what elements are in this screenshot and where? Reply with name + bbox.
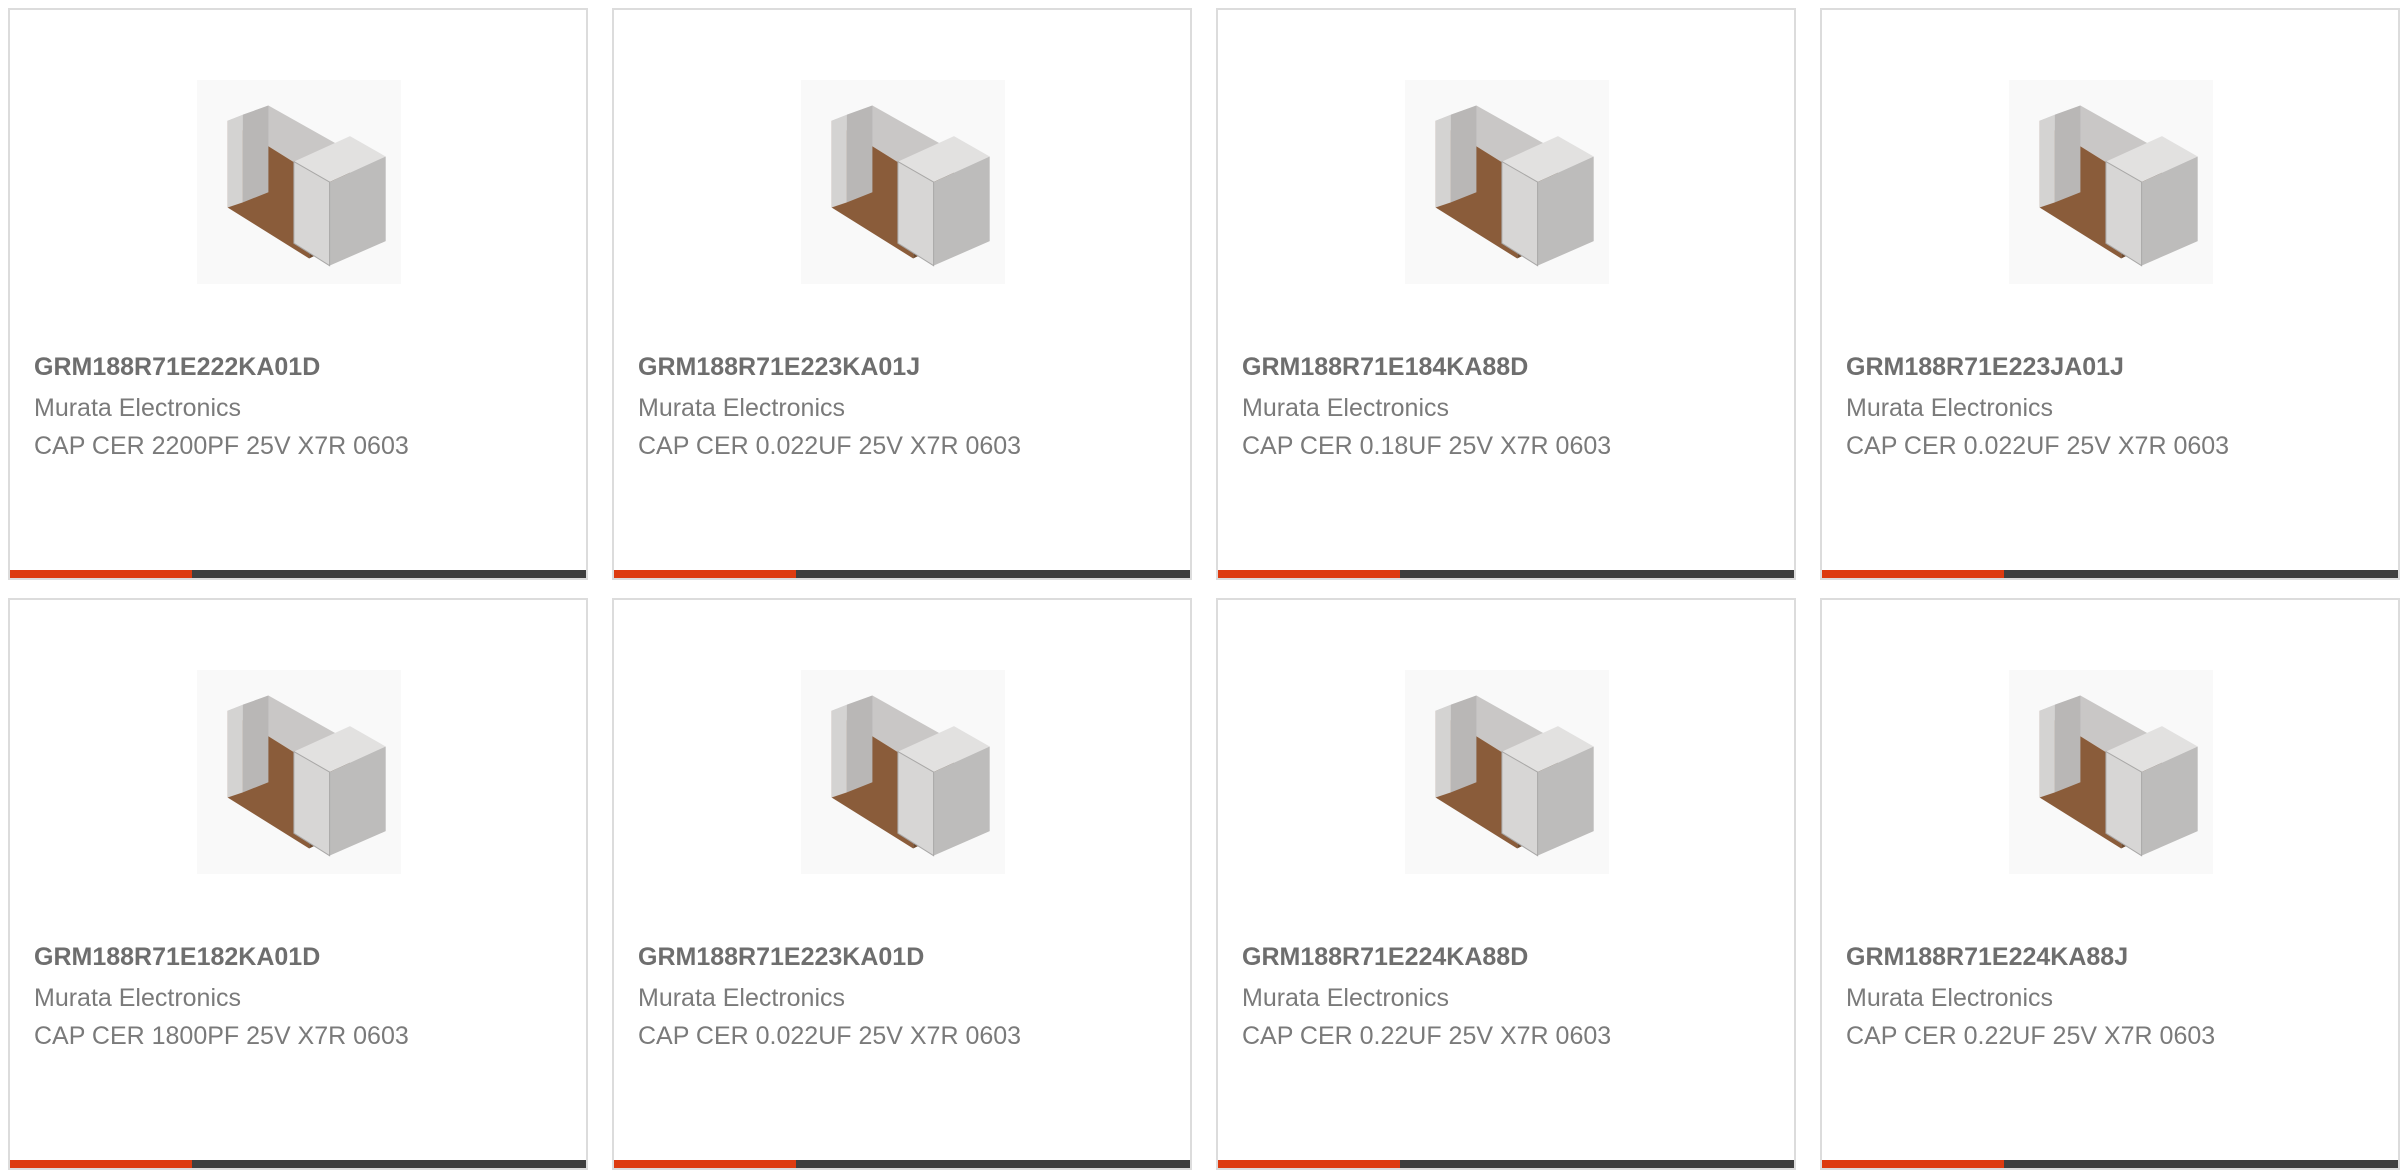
ceramic-capacitor-chip-icon — [2009, 80, 2213, 284]
part-number[interactable]: GRM188R71E223KA01J — [638, 352, 920, 382]
product-card[interactable]: GRM188R71E223JA01J Murata Electronics CA… — [1820, 8, 2400, 580]
manufacturer: Murata Electronics — [638, 394, 846, 422]
manufacturer: Murata Electronics — [1846, 984, 2054, 1012]
product-description: CAP CER 1800PF 25V X7R 0603 — [34, 1022, 409, 1050]
product-card[interactable]: GRM188R71E223KA01D Murata Electronics CA… — [612, 598, 1192, 1170]
ceramic-capacitor-chip-icon — [1405, 80, 1609, 284]
ceramic-capacitor-chip-icon — [197, 80, 401, 284]
card-accent-bar — [614, 570, 796, 578]
product-card[interactable]: GRM188R71E223KA01J Murata Electronics CA… — [612, 8, 1192, 580]
product-description: CAP CER 0.022UF 25V X7R 0603 — [638, 1022, 1022, 1050]
manufacturer: Murata Electronics — [638, 984, 846, 1012]
ceramic-capacitor-chip-icon — [801, 670, 1005, 874]
product-description: CAP CER 0.22UF 25V X7R 0603 — [1242, 1022, 1612, 1050]
ceramic-capacitor-chip-icon — [2009, 670, 2213, 874]
manufacturer: Murata Electronics — [34, 394, 242, 422]
product-grid: GRM188R71E222KA01D Murata Electronics CA… — [0, 0, 2400, 1170]
product-description: CAP CER 0.022UF 25V X7R 0603 — [1846, 432, 2230, 460]
manufacturer: Murata Electronics — [1242, 394, 1450, 422]
product-card[interactable]: GRM188R71E224KA88D Murata Electronics CA… — [1216, 598, 1796, 1170]
card-accent-bar — [10, 570, 192, 578]
ceramic-capacitor-chip-icon — [197, 670, 401, 874]
manufacturer: Murata Electronics — [34, 984, 242, 1012]
card-footer-bar — [10, 570, 586, 578]
part-number[interactable]: GRM188R71E223KA01D — [638, 942, 924, 972]
product-description: CAP CER 0.022UF 25V X7R 0603 — [638, 432, 1022, 460]
card-footer-bar — [1822, 570, 2398, 578]
manufacturer: Murata Electronics — [1242, 984, 1450, 1012]
ceramic-capacitor-chip-icon — [1405, 670, 1609, 874]
ceramic-capacitor-chip-icon — [801, 80, 1005, 284]
product-card[interactable]: GRM188R71E222KA01D Murata Electronics CA… — [8, 8, 588, 580]
card-accent-bar — [1822, 570, 2004, 578]
part-number[interactable]: GRM188R71E224KA88D — [1242, 942, 1528, 972]
product-card[interactable]: GRM188R71E224KA88J Murata Electronics CA… — [1820, 598, 2400, 1170]
part-number[interactable]: GRM188R71E182KA01D — [34, 942, 320, 972]
product-card[interactable]: GRM188R71E182KA01D Murata Electronics CA… — [8, 598, 588, 1170]
card-footer-bar — [1218, 570, 1794, 578]
part-number[interactable]: GRM188R71E184KA88D — [1242, 352, 1528, 382]
part-number[interactable]: GRM188R71E222KA01D — [34, 352, 320, 382]
part-number[interactable]: GRM188R71E224KA88J — [1846, 942, 2128, 972]
product-description: CAP CER 0.18UF 25V X7R 0603 — [1242, 432, 1612, 460]
card-accent-bar — [1218, 570, 1400, 578]
card-footer-bar — [614, 570, 1190, 578]
product-description: CAP CER 2200PF 25V X7R 0603 — [34, 432, 409, 460]
part-number[interactable]: GRM188R71E223JA01J — [1846, 352, 2124, 382]
product-description: CAP CER 0.22UF 25V X7R 0603 — [1846, 1022, 2216, 1050]
product-card[interactable]: GRM188R71E184KA88D Murata Electronics CA… — [1216, 8, 1796, 580]
manufacturer: Murata Electronics — [1846, 394, 2054, 422]
